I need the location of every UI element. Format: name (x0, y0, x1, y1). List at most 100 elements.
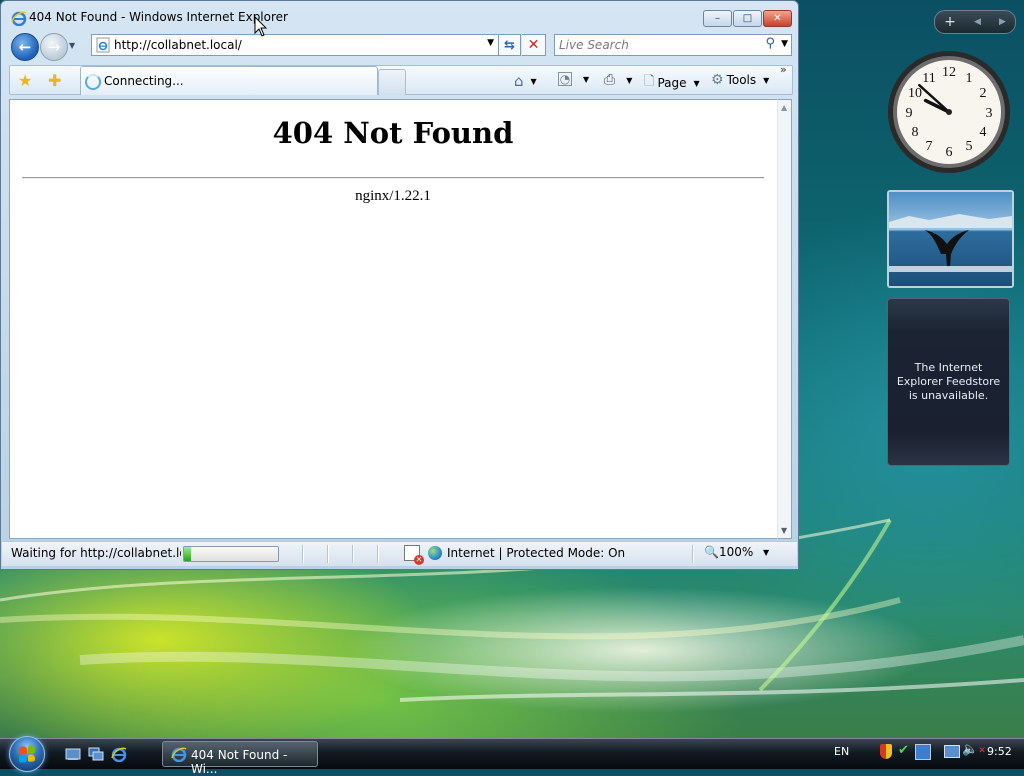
loading-spinner-icon (85, 74, 101, 90)
printer-icon: ⎙ (604, 72, 616, 88)
security-zone-text[interactable]: Internet | Protected Mode: On (447, 546, 625, 560)
status-separator (302, 545, 304, 563)
clock-gadget[interactable]: 12 12 345 678 91011 (886, 49, 1012, 175)
feed-headlines-gadget[interactable]: The Internet Explorer Feedstore is unava… (887, 298, 1010, 466)
progress-fill (184, 547, 191, 561)
windows-logo-icon (19, 745, 35, 763)
command-bar: ★ ✚ Connecting... ⌂ ▼ ◔ ▼ ⎙ ▼ 🗋 Page ▼ ⚙ Too… (9, 63, 793, 95)
maximize-button[interactable]: □ (733, 10, 762, 27)
status-text: Waiting for http://collabnet.local/... (11, 546, 181, 560)
clock-time[interactable]: 9:52 (987, 745, 1012, 758)
add-favorites-icon[interactable]: ✚ (48, 71, 61, 90)
search-input[interactable] (559, 37, 749, 53)
svg-text:3: 3 (986, 106, 993, 121)
home-icon: ⌂ (514, 72, 524, 90)
search-box[interactable]: ⚲ ▼ (554, 34, 792, 56)
tools-menu-label: Tools (726, 73, 757, 87)
volume-muted-icon[interactable]: 🔈✕ (962, 742, 986, 757)
prev-gadget-button[interactable]: ◀ (974, 17, 981, 27)
language-indicator[interactable]: EN (834, 745, 849, 758)
feeds-icon: ◔ (558, 72, 572, 86)
back-arrow-icon: ← (18, 38, 32, 56)
switch-windows-icon[interactable] (88, 746, 104, 762)
page-icon (96, 37, 110, 53)
refresh-button[interactable]: ⇆ (499, 34, 521, 56)
feeds-dropdown-icon[interactable]: ▼ (583, 75, 589, 84)
status-separator (327, 545, 329, 563)
scroll-up-arrow-icon[interactable]: ▲ (781, 103, 787, 112)
new-tab-button[interactable] (378, 69, 406, 95)
taskbar: 404 Not Found - Wi... EN ✔ 🔈✕ 9:52 (0, 736, 1024, 776)
page-dropdown-icon: ▼ (693, 78, 700, 88)
search-options-dropdown-icon[interactable]: ▼ (781, 39, 788, 49)
tab-current[interactable]: Connecting... (80, 66, 378, 95)
next-gadget-button[interactable]: ▶ (999, 17, 1006, 27)
home-button[interactable]: ⌂ ▼ (514, 72, 537, 90)
page-icon-small: 🗋 (644, 74, 655, 89)
page-menu-label: Page (657, 76, 687, 90)
network-icon[interactable] (915, 744, 931, 760)
svg-text:1: 1 (966, 71, 973, 86)
forward-arrow-icon: → (47, 38, 61, 56)
minimize-button[interactable]: – (703, 10, 732, 27)
stop-icon: ✕ (527, 37, 540, 53)
svg-text:10: 10 (908, 86, 922, 101)
feed-error-message: The Internet Explorer Feedstore is unava… (896, 361, 1001, 402)
status-separator (377, 545, 379, 563)
print-button[interactable]: ⎙ ▼ (604, 72, 632, 88)
mouse-cursor-icon (254, 16, 268, 37)
svg-text:11: 11 (922, 71, 935, 86)
stop-button[interactable]: ✕ (522, 34, 546, 56)
gear-icon: ⚙ (711, 72, 724, 88)
show-desktop-icon[interactable] (65, 746, 81, 762)
address-bar[interactable]: ▼ (91, 34, 499, 56)
home-dropdown-icon[interactable]: ▼ (531, 77, 537, 86)
ie-logo-icon (11, 11, 27, 26)
navigation-bar: ← → ▼ ▼ ⇆ ✕ ⚲ ▼ (9, 32, 793, 61)
internet-zone-globe-icon (428, 546, 442, 560)
minimize-icon: – (715, 13, 720, 24)
popup-blocked-icon[interactable]: ✕ (404, 545, 424, 565)
feeds-button[interactable]: ◔ ▼ (558, 72, 589, 86)
svg-text:2: 2 (980, 86, 987, 101)
address-input[interactable] (114, 37, 474, 53)
start-button[interactable] (9, 736, 45, 772)
divider (22, 177, 764, 179)
favorites-center-icon[interactable]: ★ (18, 71, 32, 90)
toolbar-overflow-chevron[interactable]: » (780, 63, 787, 76)
address-dropdown-icon[interactable]: ▼ (487, 38, 494, 48)
status-separator (352, 545, 354, 563)
close-icon: ✕ (773, 13, 782, 24)
ie-window: 404 Not Found - Windows Internet Explore… (0, 0, 799, 570)
back-button[interactable]: ← (11, 33, 39, 61)
recent-pages-dropdown[interactable]: ▼ (69, 41, 75, 50)
progress-bar (183, 546, 279, 562)
svg-text:12: 12 (942, 65, 956, 80)
page-content[interactable]: 404 Not Found nginx/1.22.1 (9, 99, 777, 539)
tab-label: Connecting... (104, 74, 184, 88)
display-icon[interactable] (944, 745, 960, 758)
updates-icon[interactable]: ✔ (898, 743, 909, 758)
taskbar-ie-window-button[interactable]: 404 Not Found - Wi... (162, 741, 318, 776)
zoom-value: 100% (718, 545, 754, 559)
tools-menu-button[interactable]: ⚙ Tools ▼ (711, 72, 769, 88)
search-icon[interactable]: ⚲ (765, 36, 775, 51)
forward-button[interactable]: → (40, 33, 68, 61)
scroll-down-arrow-icon[interactable]: ▼ (781, 526, 787, 535)
zoom-level[interactable]: 🔍100% (704, 545, 753, 559)
close-button[interactable]: ✕ (763, 10, 792, 27)
vertical-scrollbar[interactable]: ▲ ▼ (777, 99, 792, 539)
gadget-toolbar: + ◀ ▶ (934, 10, 1016, 34)
security-shield-icon[interactable] (880, 744, 892, 759)
title-bar[interactable]: 404 Not Found - Windows Internet Explore… (1, 1, 798, 31)
server-signature: nginx/1.22.1 (355, 188, 431, 204)
slideshow-gadget[interactable] (887, 190, 1014, 288)
svg-text:8: 8 (912, 125, 919, 140)
add-gadget-button[interactable]: + (944, 14, 956, 30)
svg-text:6: 6 (946, 145, 953, 160)
internet-explorer-quicklaunch-icon[interactable] (111, 746, 127, 762)
tools-dropdown-icon: ▼ (763, 75, 770, 85)
page-menu-button[interactable]: 🗋 Page ▼ (644, 72, 700, 94)
print-dropdown-icon[interactable]: ▼ (626, 76, 632, 85)
zoom-dropdown-icon[interactable]: ▼ (763, 548, 769, 557)
